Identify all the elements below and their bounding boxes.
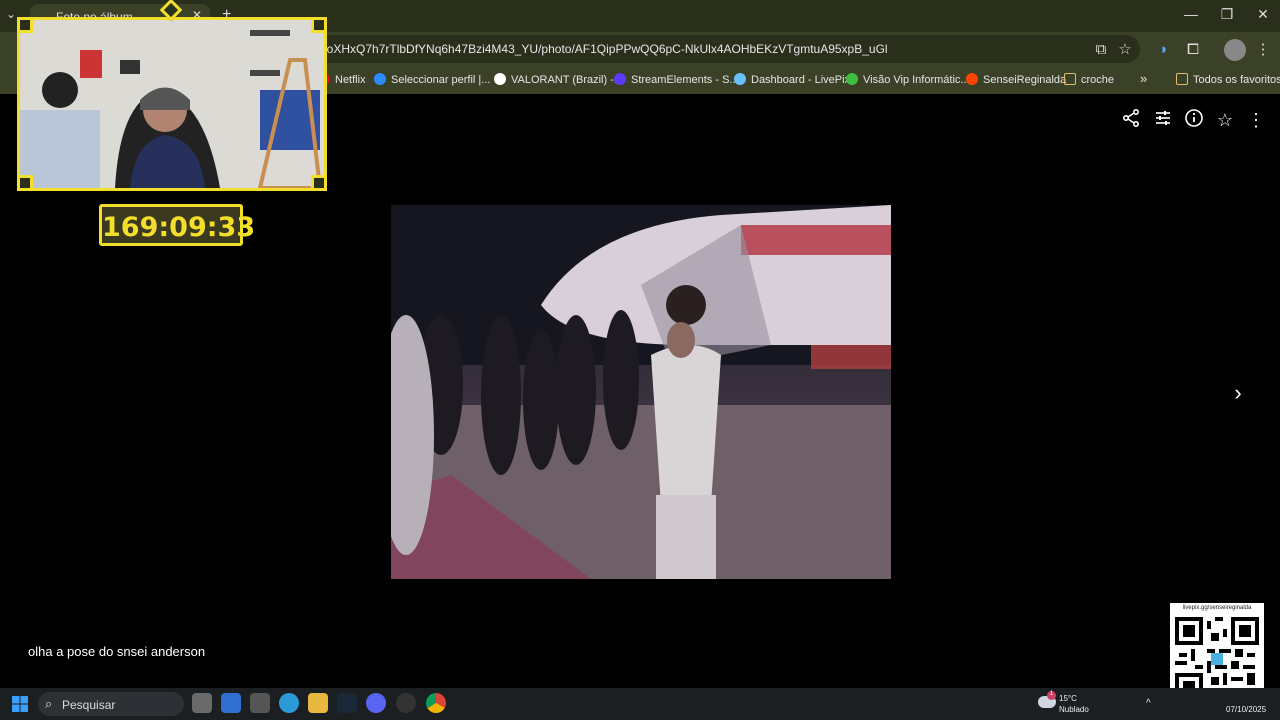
bookmark-favicon-icon xyxy=(966,73,978,85)
task-view-icon[interactable] xyxy=(192,693,212,713)
browser-menu-icon[interactable]: ⋮ xyxy=(1252,39,1274,61)
profile-avatar[interactable] xyxy=(1224,39,1246,61)
taskbar-search[interactable]: ⌕ Pesquisar xyxy=(38,692,184,716)
edge-icon[interactable] xyxy=(279,693,299,713)
close-window-icon[interactable]: ✕ xyxy=(1248,6,1278,23)
all-favorites-label: Todos os favoritos xyxy=(1193,74,1280,86)
read-aloud-icon[interactable]: ◗ xyxy=(1153,39,1175,61)
discord-icon[interactable] xyxy=(366,693,386,713)
bookmark-label: croche xyxy=(1081,74,1115,86)
bookmark-label: Dashboard - LivePix xyxy=(751,74,851,86)
obs-icon[interactable] xyxy=(396,693,416,713)
bookmark-favicon-icon xyxy=(614,73,626,85)
bookmark-label: StreamElements - S... xyxy=(631,74,739,86)
bookmark-label: SenseiReginalda xyxy=(983,74,1067,86)
bookmark-favicon-icon xyxy=(846,73,858,85)
folder-icon xyxy=(1064,73,1076,85)
next-photo-chevron-icon[interactable]: › xyxy=(1226,380,1250,410)
extensions-icon[interactable]: ⧠ xyxy=(1182,39,1204,61)
timer-value: 169:09:33 xyxy=(102,212,256,243)
windows-taskbar: ⌕ Pesquisar 1 15°C Nublado ^ 07/10/2025 xyxy=(0,688,1280,720)
bookmark-label: Seleccionar perfil |... xyxy=(391,74,491,86)
bookmark-favicon-icon xyxy=(374,73,386,85)
frame-corner-ornament xyxy=(311,175,327,191)
folder-icon xyxy=(1176,73,1188,85)
bookmark-croche[interactable]: croche xyxy=(1064,73,1114,86)
search-placeholder: Pesquisar xyxy=(62,698,116,712)
bookmark-favicon-icon xyxy=(734,73,746,85)
more-bookmarks-icon[interactable]: » xyxy=(1140,71,1147,86)
windows-start-icon[interactable] xyxy=(12,696,28,712)
adjust-icon[interactable] xyxy=(1151,108,1175,132)
store-icon[interactable] xyxy=(221,693,241,713)
stream-timer: 169:09:33 xyxy=(99,204,256,246)
settings-app-icon[interactable] xyxy=(250,693,270,713)
all-favorites[interactable]: Todos os favoritos xyxy=(1176,73,1280,86)
bookmark-visaovip[interactable]: Visão Vip Informátic... xyxy=(846,73,970,86)
favorite-star-icon[interactable]: ☆ xyxy=(1213,108,1237,132)
bookmark-label: Visão Vip Informátic... xyxy=(863,74,970,86)
stream-caption: olha a pose do snsei anderson xyxy=(28,644,206,659)
photo-image xyxy=(391,205,891,579)
bookmark-perfil[interactable]: Seleccionar perfil |... xyxy=(374,73,490,86)
steam-icon[interactable] xyxy=(337,693,357,713)
bookmark-streamelements[interactable]: StreamElements - S... xyxy=(614,73,739,86)
tab-list-chevron-icon[interactable]: ⌄ xyxy=(6,7,16,21)
share-icon[interactable] xyxy=(1119,108,1143,132)
weather-desc: Nublado xyxy=(1059,705,1089,714)
frame-corner-ornament xyxy=(311,17,327,33)
bookmark-label: Netflix xyxy=(335,74,366,86)
more-vert-icon[interactable]: ⋮ xyxy=(1244,108,1268,132)
frame-corner-ornament xyxy=(17,17,33,33)
address-bar[interactable]: joXHxQ7h7rTlbDfYNq6h47Bzi4M43_YU/photo/A… xyxy=(300,35,1140,63)
bookmark-favicon-icon xyxy=(494,73,506,85)
clock-date: 07/10/2025 xyxy=(1226,705,1267,714)
tray-chevron-icon[interactable]: ^ xyxy=(1146,698,1151,709)
weather-badge: 1 xyxy=(1047,691,1056,700)
bookmark-valorant[interactable]: VALORANT (Brazil) -... xyxy=(494,73,623,86)
maximize-icon[interactable]: ❐ xyxy=(1212,6,1242,23)
bookmark-livepix[interactable]: Dashboard - LivePix xyxy=(734,73,850,86)
install-app-icon[interactable]: ⧉ xyxy=(1090,39,1112,61)
bookmark-star-icon[interactable]: ☆ xyxy=(1114,39,1136,61)
info-icon[interactable] xyxy=(1182,108,1206,132)
file-explorer-icon[interactable] xyxy=(308,693,328,713)
webcam-overlay xyxy=(17,17,327,191)
url-text: joXHxQ7h7rTlbDfYNq6h47Bzi4M43_YU/photo/A… xyxy=(324,42,888,56)
search-icon: ⌕ xyxy=(45,696,53,711)
weather-temp: 15°C xyxy=(1059,694,1077,703)
qr-label: livepix.gg/senseireginalda xyxy=(1182,605,1252,611)
minimize-icon[interactable]: — xyxy=(1176,6,1206,22)
frame-corner-ornament xyxy=(17,175,33,191)
chrome-icon[interactable] xyxy=(426,693,446,713)
bookmark-senseireginalda[interactable]: SenseiReginalda xyxy=(966,73,1066,86)
bookmark-label: VALORANT (Brazil) -... xyxy=(511,74,624,86)
